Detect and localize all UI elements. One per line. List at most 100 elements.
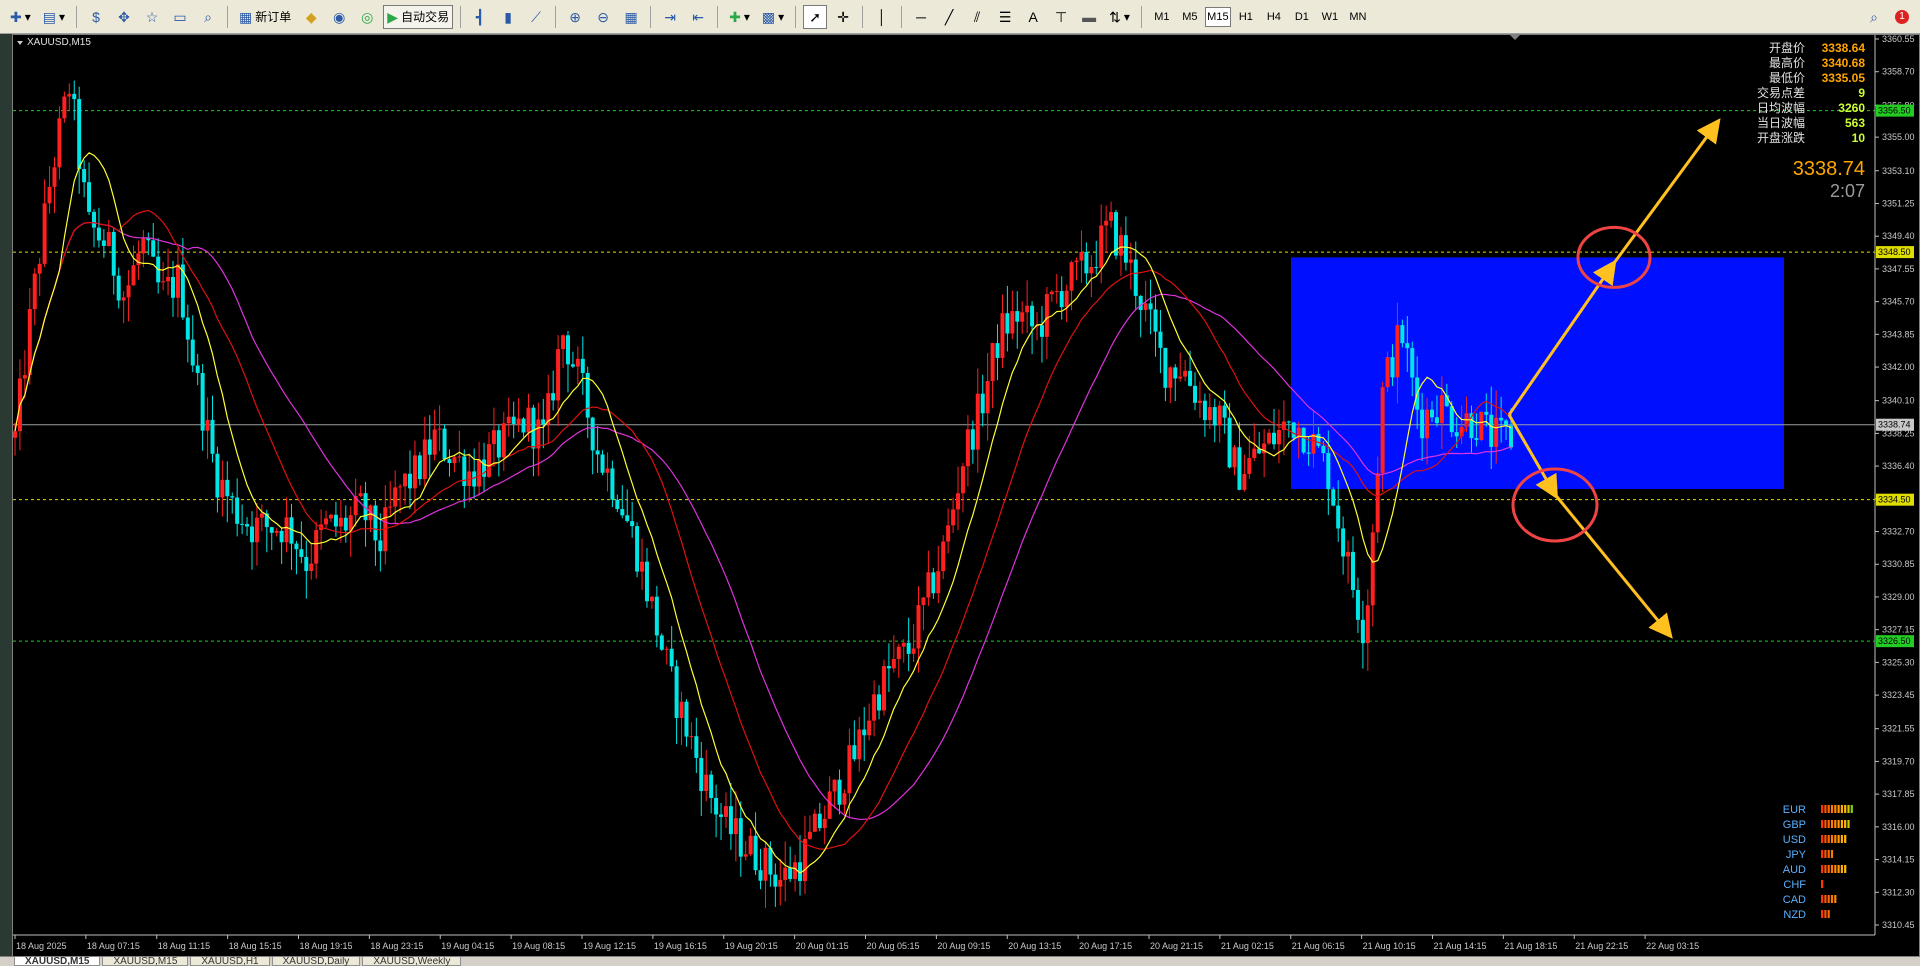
timeframe-h4-button[interactable]: H4 bbox=[1261, 7, 1287, 27]
line-chart-button[interactable]: ⟋ bbox=[524, 5, 548, 29]
search-button[interactable]: ⌕ bbox=[1862, 5, 1886, 29]
profiles-button[interactable]: ▤ ▾ bbox=[39, 5, 69, 29]
new-order-button[interactable]: ▦ 新订单 bbox=[235, 5, 295, 29]
candle-body bbox=[373, 505, 378, 541]
candle-body bbox=[338, 517, 343, 527]
candle-body bbox=[674, 666, 679, 718]
indicators-button[interactable]: ✚ ▾ bbox=[725, 5, 754, 29]
price-tick-label: 3355.00 bbox=[1882, 132, 1915, 142]
bar-chart-button[interactable]: ┫ bbox=[468, 5, 492, 29]
chart-tab[interactable]: XAUUSD,Daily bbox=[271, 957, 361, 966]
candle-body bbox=[170, 276, 175, 298]
candle-body bbox=[1094, 267, 1099, 269]
chart-tab[interactable]: XAUUSD,M15 bbox=[14, 957, 101, 966]
text-icon: A bbox=[1028, 8, 1038, 25]
chart-tab[interactable]: XAUUSD,M15 bbox=[102, 957, 189, 966]
timeframe-m5-button[interactable]: M5 bbox=[1177, 7, 1203, 27]
timeframe-w1-button[interactable]: W1 bbox=[1317, 7, 1343, 27]
time-tick-label: 21 Aug 18:15 bbox=[1504, 941, 1557, 951]
candle-body bbox=[304, 556, 309, 572]
candle-body bbox=[32, 273, 37, 310]
candle-body bbox=[1301, 427, 1306, 453]
chart-tab[interactable]: XAUUSD,Weekly bbox=[362, 957, 462, 966]
channel-button[interactable]: ⫽ bbox=[965, 5, 989, 29]
time-tick-label: 18 Aug 19:15 bbox=[299, 941, 352, 951]
candle-body bbox=[812, 813, 817, 832]
zoom-in-button[interactable]: ⊕ bbox=[563, 5, 587, 29]
timeframe-h1-button[interactable]: H1 bbox=[1233, 7, 1259, 27]
candle-body bbox=[1341, 528, 1346, 557]
candle-body bbox=[1064, 290, 1069, 308]
chart-tab[interactable]: XAUUSD,H1 bbox=[190, 957, 270, 966]
crosshair-button[interactable]: ✛ bbox=[831, 5, 855, 29]
tester-button[interactable]: ⌕ bbox=[196, 5, 220, 29]
auto-trading-button[interactable]: ▶ 自动交易 bbox=[383, 4, 454, 29]
navigator-button[interactable]: ✥ bbox=[112, 5, 136, 29]
candle-body bbox=[1005, 313, 1010, 334]
chart-shift-button[interactable]: ⇤ bbox=[686, 5, 710, 29]
candle-body bbox=[1069, 262, 1074, 291]
candle-body bbox=[565, 335, 570, 365]
candle-body bbox=[1430, 409, 1435, 418]
tile-windows-button[interactable]: ▦ bbox=[619, 5, 643, 29]
candle-body bbox=[832, 779, 837, 792]
terminal-button[interactable]: ▭ bbox=[168, 5, 192, 29]
horizontal-line-button[interactable]: ─ bbox=[909, 5, 933, 29]
text-label-button[interactable]: ⊤ bbox=[1049, 5, 1073, 29]
signals-button[interactable]: ◉ bbox=[327, 5, 351, 29]
vertical-line-button[interactable]: │ bbox=[870, 5, 894, 29]
candle-body bbox=[1089, 267, 1094, 274]
fibo-icon: ☰ bbox=[998, 8, 1012, 25]
cursor-button[interactable]: ➚ bbox=[803, 4, 828, 29]
rectangle-button[interactable]: ▬ bbox=[1077, 5, 1101, 29]
text-button[interactable]: A bbox=[1021, 5, 1045, 29]
zoom-out-button[interactable]: ⊖ bbox=[591, 5, 615, 29]
zoom-out-icon: ⊖ bbox=[597, 8, 609, 25]
candle-body bbox=[872, 694, 877, 721]
candle-body bbox=[561, 335, 566, 350]
timeframe-d1-button[interactable]: D1 bbox=[1289, 7, 1315, 27]
notifications-button[interactable]: 1 bbox=[1890, 5, 1914, 29]
candle-chart-button[interactable]: ▮ bbox=[496, 5, 520, 29]
price-chart[interactable]: 3360.553358.703356.803355.003353.103351.… bbox=[13, 35, 1919, 958]
trendline-button[interactable]: ╱ bbox=[937, 5, 961, 29]
candle-body bbox=[842, 793, 847, 805]
templates-button[interactable]: ▩ ▾ bbox=[758, 5, 788, 29]
timeframe-m1-button[interactable]: M1 bbox=[1149, 7, 1175, 27]
candle-body bbox=[847, 745, 852, 794]
currency-strength-bar bbox=[1834, 805, 1837, 813]
candle-body bbox=[452, 457, 457, 464]
candle-body bbox=[684, 701, 689, 737]
timeframe-mn-button[interactable]: MN bbox=[1345, 7, 1371, 27]
candle-body bbox=[111, 231, 116, 276]
arrows-button[interactable]: ⇅ ▾ bbox=[1105, 5, 1134, 29]
candle-body bbox=[398, 486, 403, 488]
timeframe-m15-button[interactable]: M15 bbox=[1204, 6, 1231, 27]
candle-body bbox=[1331, 489, 1336, 506]
currency-name: CAD bbox=[1783, 894, 1806, 906]
fibo-button[interactable]: ☰ bbox=[993, 5, 1017, 29]
notifications-icon: 1 bbox=[1895, 9, 1909, 24]
gold-button[interactable]: ◆ bbox=[299, 5, 323, 29]
candle-body bbox=[970, 429, 975, 450]
currency-strength-bar bbox=[1821, 910, 1824, 918]
data-window-button[interactable]: ☆ bbox=[140, 5, 164, 29]
symbol-label: XAUUSD,M15 bbox=[27, 37, 91, 48]
currency-name: USD bbox=[1783, 834, 1806, 846]
candle-chart-icon: ▮ bbox=[504, 8, 512, 25]
candle-body bbox=[13, 431, 17, 438]
candle-body bbox=[1049, 291, 1054, 295]
candle-body bbox=[1405, 343, 1410, 349]
market-watch-button[interactable]: $ bbox=[84, 5, 108, 29]
new-chart-button[interactable]: ✚ ▾ bbox=[6, 5, 35, 29]
auto-scroll-button[interactable]: ⇥ bbox=[658, 5, 682, 29]
chart-window[interactable]: 3360.553358.703356.803355.003353.103351.… bbox=[12, 34, 1920, 959]
candle-body bbox=[541, 419, 546, 425]
candle-body bbox=[1321, 445, 1326, 454]
candle-body bbox=[403, 473, 408, 487]
candle-body bbox=[1385, 357, 1390, 388]
currency-strength-bar bbox=[1840, 820, 1843, 828]
meta-editor-button[interactable]: ◎ bbox=[355, 5, 379, 29]
candle-body bbox=[1276, 429, 1281, 445]
candle-body bbox=[378, 540, 383, 552]
